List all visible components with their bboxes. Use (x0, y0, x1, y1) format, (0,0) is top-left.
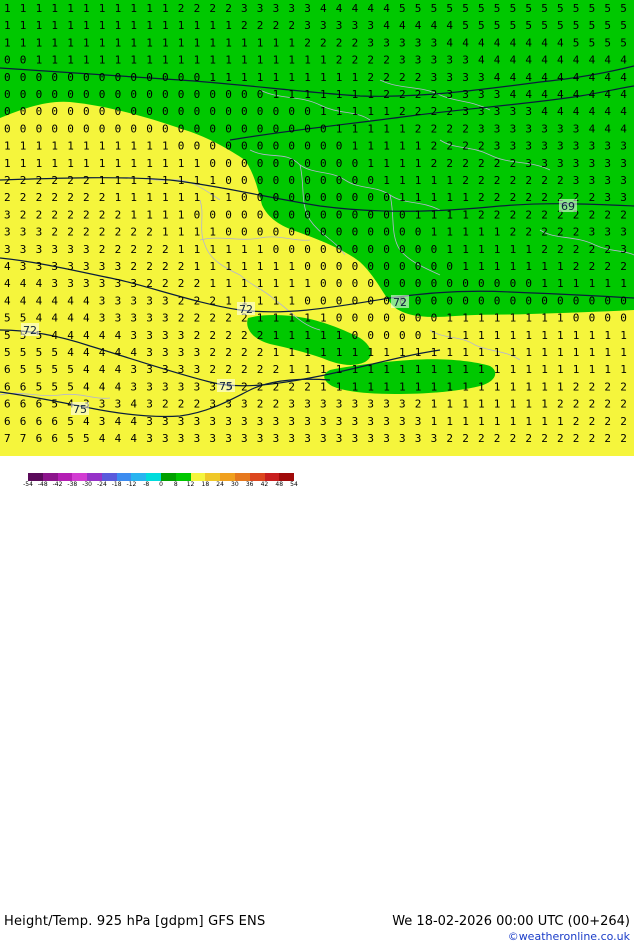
valid-datetime: We 18-02-2026 00:00 UTC (00+264) (392, 914, 630, 929)
color-scale-label: 42 (260, 481, 269, 488)
color-scale-label: -24 (96, 481, 107, 488)
color-swatch (205, 473, 221, 481)
color-swatch (249, 473, 265, 481)
contour-label: 72 (393, 296, 407, 309)
color-scale-label: 36 (245, 481, 254, 488)
color-swatch (42, 473, 58, 481)
color-scale-label: 54 (290, 481, 298, 488)
map-canvas: 1111111111122223333344444555555555555555… (0, 0, 634, 456)
color-scale-label: -30 (82, 481, 93, 488)
contour-label: 72 (23, 324, 37, 337)
color-scale-label: -12 (126, 481, 137, 488)
color-scale-label: 48 (275, 481, 284, 488)
contour-label: 72 (239, 303, 253, 316)
contour-label: 75 (219, 380, 233, 393)
color-swatch (190, 473, 206, 481)
color-swatch (161, 473, 176, 481)
color-scale-label: -42 (52, 481, 63, 488)
color-scale-swatches (28, 473, 295, 481)
color-scale-label: -48 (37, 481, 48, 488)
map-title: Height/Temp. 925 hPa [gdpm] GFS ENS (4, 914, 266, 929)
color-swatch (264, 473, 280, 481)
color-scale-label: 30 (231, 481, 239, 488)
color-scale-label: 0 (159, 481, 163, 488)
color-scale-label: -8 (143, 481, 150, 488)
contour-label: 69 (561, 200, 575, 213)
color-swatch (116, 473, 132, 481)
color-scale-labels: -54 -48 -42 -38 -30 -24 -18 -12 -8 0 8 12 18 24 30 36 42… (23, 481, 298, 490)
color-scale-label: 8 (173, 481, 178, 488)
color-scale-label: -38 (67, 481, 78, 488)
color-swatch (87, 473, 102, 481)
color-swatch (57, 473, 73, 481)
color-swatch (131, 473, 147, 481)
color-swatch (279, 473, 295, 481)
color-scale-label: 24 (216, 481, 224, 488)
color-swatch (72, 473, 88, 481)
contour-label: 75 (73, 403, 87, 416)
color-swatch (28, 473, 43, 481)
color-swatch (234, 473, 250, 481)
color-swatch (146, 473, 162, 481)
color-swatch (220, 473, 235, 481)
credit-link[interactable]: ©weatheronline.co.uk (508, 930, 630, 943)
color-scale-label: -18 (111, 481, 122, 488)
color-swatch (101, 473, 117, 481)
color-scale-label: 18 (201, 481, 210, 488)
weather-map: 1111111111122223333344444555555555555555… (0, 0, 634, 490)
color-scale-label: -54 (23, 481, 33, 488)
color-scale-label: 12 (186, 481, 195, 488)
color-scale-legend: -54 -48 -42 -38 -30 -24 -18 -12 -8 0 8 12 18 24 30 36 42… (0, 473, 300, 490)
color-swatch (175, 473, 191, 481)
